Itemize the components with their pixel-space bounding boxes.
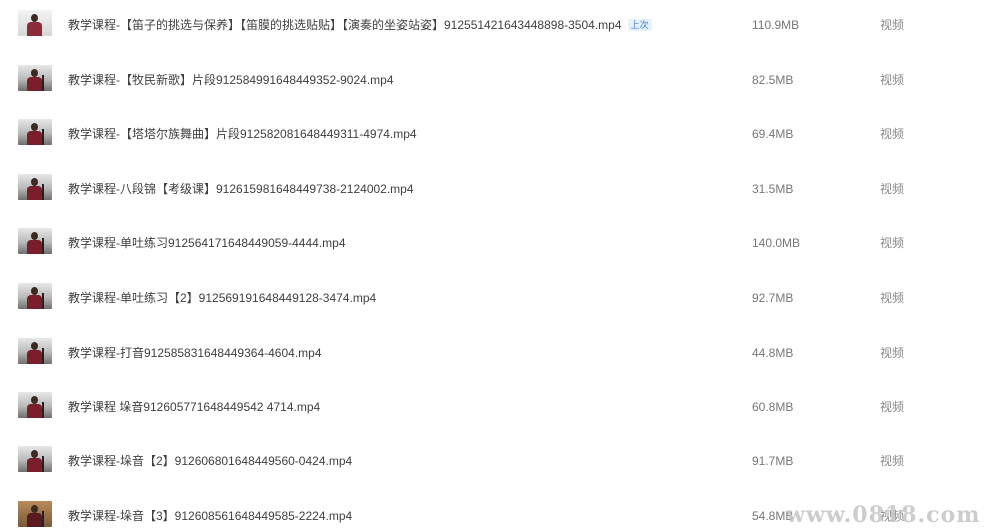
file-size: 60.8MB: [752, 400, 794, 414]
file-size: 69.4MB: [752, 127, 794, 141]
file-row[interactable]: 教学课程-【塔塔尔族舞曲】片段912582081648449311-4974.m…: [0, 119, 1000, 173]
file-type: 视频: [880, 454, 905, 468]
file-name[interactable]: 教学课程-【牧民新歌】片段912584991648449352-9024.mp4: [68, 72, 394, 88]
file-type: 视频: [880, 400, 905, 414]
video-thumbnail[interactable]: [18, 338, 52, 364]
video-thumbnail[interactable]: [18, 446, 52, 472]
file-name[interactable]: 教学课程-【笛子的挑选与保养】【笛膜的挑选贴贴】【演奏的坐姿站姿】9125514…: [68, 17, 652, 33]
file-name[interactable]: 教学课程-【塔塔尔族舞曲】片段912582081648449311-4974.m…: [68, 126, 417, 142]
file-size: 91.7MB: [752, 454, 794, 468]
video-thumbnail[interactable]: [18, 65, 52, 91]
file-size: 140.0MB: [752, 236, 801, 250]
video-thumbnail[interactable]: [18, 10, 52, 36]
video-thumbnail[interactable]: [18, 174, 52, 200]
file-type: 视频: [880, 346, 905, 360]
file-type: 视频: [880, 182, 905, 196]
file-name[interactable]: 教学课程-单吐练习【2】912569191648449128-3474.mp4: [68, 290, 376, 306]
file-name[interactable]: 教学课程-垛音【3】912608561648449585-2224.mp4: [68, 508, 352, 524]
video-thumbnail[interactable]: [18, 228, 52, 254]
file-row[interactable]: 教学课程-打音912585831648449364-4604.mp4 44.8M…: [0, 338, 1000, 392]
file-name[interactable]: 教学课程-打音912585831648449364-4604.mp4: [68, 345, 322, 361]
file-row[interactable]: 教学课程-【笛子的挑选与保养】【笛膜的挑选贴贴】【演奏的坐姿站姿】9125514…: [0, 10, 1000, 64]
file-list: 教学课程-【笛子的挑选与保养】【笛膜的挑选贴贴】【演奏的坐姿站姿】9125514…: [0, 0, 1000, 532]
last-viewed-badge: 上次: [627, 19, 652, 31]
file-row[interactable]: 教学课程-单吐练习912564171648449059-4444.mp4 140…: [0, 228, 1000, 282]
video-thumbnail[interactable]: [18, 119, 52, 145]
file-type: 视频: [880, 73, 905, 87]
video-thumbnail[interactable]: [18, 283, 52, 309]
file-name[interactable]: 教学课程-八段锦【考级课】912615981648449738-2124002.…: [68, 181, 414, 197]
file-row[interactable]: 教学课程-垛音【2】912606801648449560-0424.mp4 91…: [0, 446, 1000, 500]
file-name-text: 教学课程-【笛子的挑选与保养】【笛膜的挑选贴贴】【演奏的坐姿站姿】9125514…: [68, 18, 622, 32]
file-size: 92.7MB: [752, 291, 794, 305]
file-size: 82.5MB: [752, 73, 794, 87]
file-row[interactable]: 教学课程-八段锦【考级课】912615981648449738-2124002.…: [0, 174, 1000, 228]
file-row[interactable]: 教学课程-【牧民新歌】片段912584991648449352-9024.mp4…: [0, 65, 1000, 119]
file-type: 视频: [880, 236, 905, 250]
file-row[interactable]: 教学课程 垛音912605771648449542 4714.mp4 60.8M…: [0, 392, 1000, 446]
site-watermark: www.0818.com: [786, 502, 981, 528]
video-thumbnail[interactable]: [18, 501, 52, 527]
file-size: 44.8MB: [752, 346, 794, 360]
file-type: 视频: [880, 18, 905, 32]
file-name[interactable]: 教学课程-垛音【2】912606801648449560-0424.mp4: [68, 453, 352, 469]
file-row[interactable]: 教学课程-单吐练习【2】912569191648449128-3474.mp4 …: [0, 283, 1000, 337]
video-thumbnail[interactable]: [18, 392, 52, 418]
file-name[interactable]: 教学课程 垛音912605771648449542 4714.mp4: [68, 399, 320, 415]
file-size: 31.5MB: [752, 182, 794, 196]
file-type: 视频: [880, 127, 905, 141]
file-size: 110.9MB: [752, 18, 800, 32]
file-type: 视频: [880, 291, 905, 305]
file-name[interactable]: 教学课程-单吐练习912564171648449059-4444.mp4: [68, 235, 346, 251]
